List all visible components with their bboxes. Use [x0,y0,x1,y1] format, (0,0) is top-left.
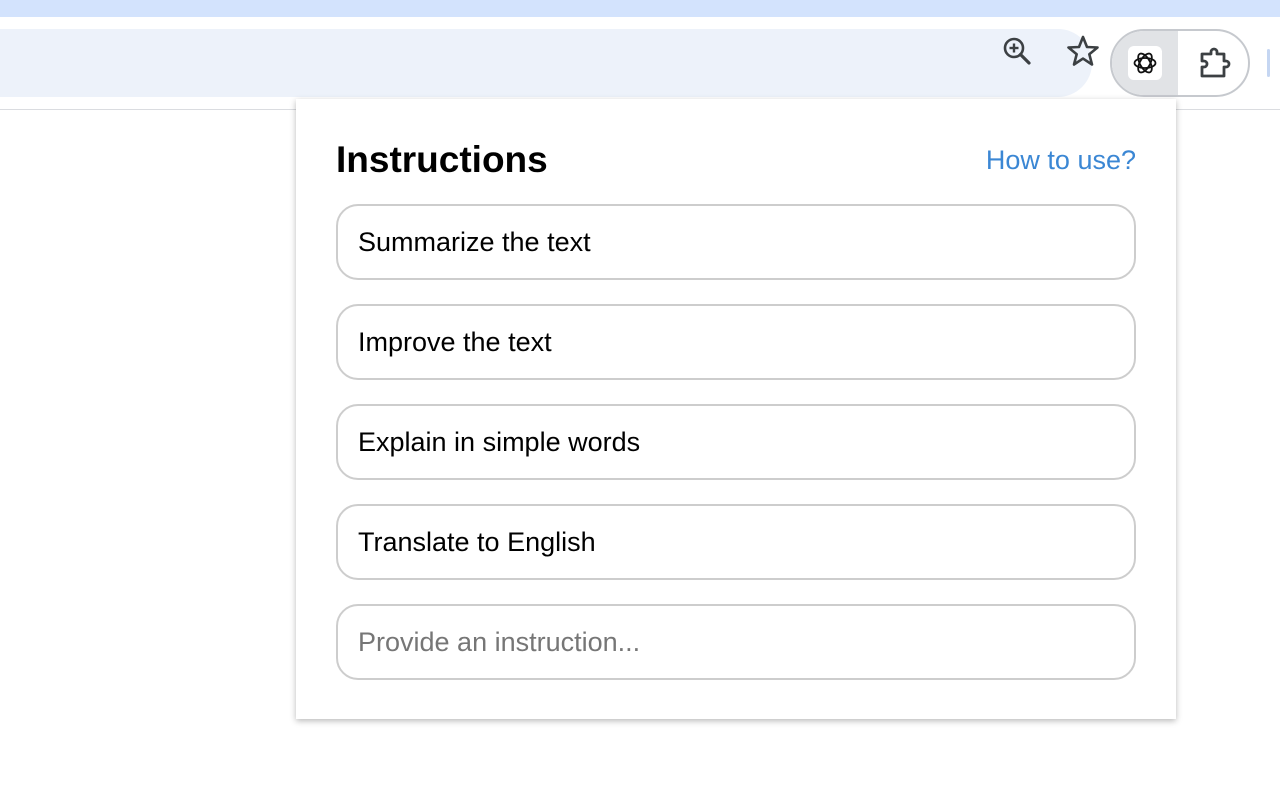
extensions-puzzle-icon[interactable] [1194,44,1234,84]
browser-tab-strip [0,0,1280,17]
instruction-list: Summarize the text Improve the text Expl… [336,204,1136,680]
popup-header: Instructions How to use? [336,137,1136,185]
custom-instruction-input[interactable] [336,604,1136,680]
instruction-improve-button[interactable]: Improve the text [336,304,1136,380]
instruction-summarize-button[interactable]: Summarize the text [336,204,1136,280]
chatgpt-extension-button[interactable] [1112,31,1178,95]
popup-title: Instructions [336,139,548,180]
toolbar-edge-indicator [1267,49,1270,77]
extensions-group [1110,29,1250,97]
browser-toolbar [0,17,1280,110]
instruction-translate-button[interactable]: Translate to English [336,504,1136,580]
how-to-use-link[interactable]: How to use? [986,145,1136,176]
zoom-in-icon[interactable] [998,32,1036,70]
instruction-explain-button[interactable]: Explain in simple words [336,404,1136,480]
chatgpt-extension-icon [1128,46,1162,80]
address-bar[interactable] [0,29,1092,97]
instructions-popup: Instructions How to use? Summarize the t… [296,99,1176,719]
bookmark-star-icon[interactable] [1064,32,1102,70]
